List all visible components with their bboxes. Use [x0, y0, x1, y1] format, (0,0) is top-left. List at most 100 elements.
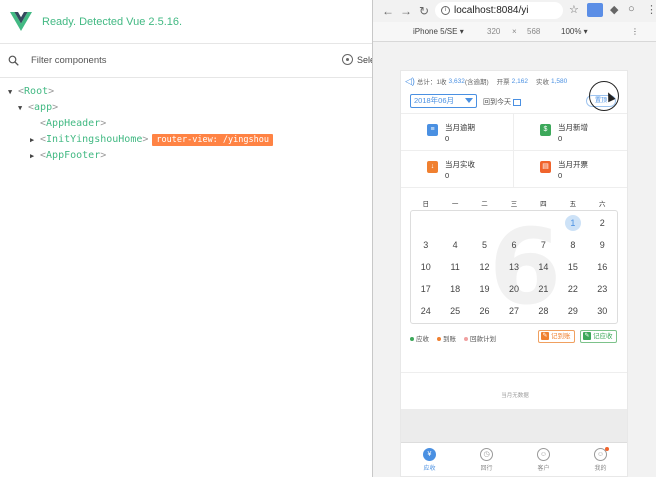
- back-to-today-button[interactable]: 回到今天: [483, 97, 521, 107]
- month-calendar: 6 1 2 3 4 5 6 7 8 9 10 11 12 13 14 15 16 17 18 19 20 21 22 23 2…: [410, 210, 618, 324]
- tree-node-root[interactable]: ▼ < Root >: [0, 84, 372, 100]
- calendar-day[interactable]: 4: [440, 234, 469, 256]
- calendar-day[interactable]: 23: [588, 278, 617, 300]
- page-spacer: [401, 409, 627, 443]
- info-icon[interactable]: i: [441, 6, 450, 15]
- forward-icon[interactable]: →: [397, 4, 415, 18]
- bottom-tab-bar: ¥ 应收 ◷ 回行 ☺ 客户 ☺ 我的: [401, 442, 627, 476]
- calendar-day[interactable]: 16: [588, 256, 617, 278]
- device-height[interactable]: 568: [527, 27, 540, 36]
- tab-mine[interactable]: ☺ 我的: [572, 443, 627, 476]
- calendar-day[interactable]: 5: [470, 234, 499, 256]
- invoice-label: 开票: [496, 79, 510, 86]
- document-icon: ≡: [427, 124, 438, 136]
- edit-icon: ✎: [541, 332, 549, 340]
- tree-node-appfooter[interactable]: ▶ < AppFooter >: [0, 148, 372, 164]
- extension-icon[interactable]: [587, 3, 603, 17]
- calendar-day[interactable]: 15: [558, 256, 587, 278]
- calendar-day[interactable]: 11: [440, 256, 469, 278]
- select-component-button[interactable]: Sele: [342, 54, 375, 65]
- calendar-day[interactable]: 24: [411, 300, 440, 322]
- back-to-today-label: 回到今天: [483, 99, 511, 106]
- tree-node-inityingshouhome[interactable]: ▶ < InitYingshouHome > router-view: /yings…: [0, 132, 372, 148]
- tab-receivable[interactable]: ¥ 应收: [401, 443, 458, 476]
- calendar-day[interactable]: 9: [588, 234, 617, 256]
- calendar-day[interactable]: 13: [499, 256, 528, 278]
- clock-icon: ◷: [480, 448, 493, 461]
- record-due-button[interactable]: ✎ 记应收: [580, 330, 617, 343]
- calendar-day[interactable]: 7: [529, 234, 558, 256]
- tree-node-label: AppFooter: [46, 150, 101, 161]
- calendar-empty-cell: [529, 212, 558, 234]
- month-filter-row: 2018年06月 回到今天 置顶: [401, 81, 627, 111]
- collapsed-arrow-icon[interactable]: ▶: [30, 148, 40, 164]
- more-options-icon[interactable]: ⋮: [631, 27, 639, 36]
- calendar-icon: [513, 98, 521, 106]
- calendar-day[interactable]: 30: [588, 300, 617, 322]
- calendar-day[interactable]: 10: [411, 256, 440, 278]
- component-tree: ▼ < Root > ▼ < app > < AppHeader > ▶ < InitYing…: [0, 78, 372, 164]
- filter-components-input[interactable]: [31, 55, 291, 66]
- tree-node-appheader[interactable]: < AppHeader >: [0, 116, 372, 132]
- tree-node-app[interactable]: ▼ < app >: [0, 100, 372, 116]
- notification-dot: [605, 447, 609, 451]
- calendar-day[interactable]: 17: [411, 278, 440, 300]
- calendar-day[interactable]: 19: [470, 278, 499, 300]
- calendar-day[interactable]: 26: [470, 300, 499, 322]
- menu-icon[interactable]: ⋮: [646, 3, 656, 16]
- calendar-day[interactable]: 6: [499, 234, 528, 256]
- reload-icon[interactable]: ↻: [415, 4, 433, 18]
- stat-new[interactable]: $ 当月新增 0: [514, 114, 627, 151]
- calendar-day[interactable]: 25: [440, 300, 469, 322]
- tab-customers[interactable]: ☺ 客户: [515, 443, 572, 476]
- calendar-day[interactable]: 20: [499, 278, 528, 300]
- calendar-day[interactable]: 2: [588, 212, 617, 234]
- device-width[interactable]: 320: [487, 27, 500, 36]
- tab-collection[interactable]: ◷ 回行: [458, 443, 515, 476]
- month-select[interactable]: 2018年06月: [410, 94, 477, 108]
- collapsed-arrow-icon[interactable]: ▶: [30, 132, 40, 148]
- zoom-select[interactable]: 100% ▾: [561, 27, 588, 36]
- calendar-day[interactable]: 21: [529, 278, 558, 300]
- expanded-arrow-icon[interactable]: ▼: [8, 84, 18, 100]
- calendar-day[interactable]: 3: [411, 234, 440, 256]
- total-label: 总计：1收: [416, 79, 447, 86]
- calendar-day[interactable]: 12: [470, 256, 499, 278]
- vue-logo-icon: [10, 11, 32, 31]
- money-bag-icon: $: [540, 124, 551, 136]
- legend-row: 应收 到账 回款计划 ✎ 记到账 ✎ 记应收: [401, 327, 627, 347]
- component-filter: Sele: [0, 44, 375, 78]
- address-bar[interactable]: i localhost:8084/yi: [435, 2, 563, 19]
- record-received-button[interactable]: ✎ 记到账: [538, 330, 575, 343]
- calendar-day[interactable]: 8: [558, 234, 587, 256]
- received-value: 1,580: [550, 77, 568, 85]
- calendar-day[interactable]: 29: [558, 300, 587, 322]
- dimension-separator: ×: [512, 27, 517, 36]
- speaker-icon: ◁): [405, 75, 415, 86]
- device-select[interactable]: iPhone 5/SE ▾: [413, 27, 464, 36]
- tree-node-label: AppHeader: [46, 118, 101, 129]
- calendar-day[interactable]: 27: [499, 300, 528, 322]
- target-icon: [342, 54, 353, 65]
- legend-due: 应收: [410, 333, 429, 343]
- calendar-day[interactable]: 1: [558, 212, 587, 234]
- mobile-page: ◁) 总计：1收 3,632 (含逾期) 开票 2,162 实收 1,580 2…: [400, 70, 628, 477]
- extension-circle-icon[interactable]: ○: [628, 3, 635, 15]
- tree-node-label: Root: [24, 86, 49, 97]
- calendar-empty-cell: [440, 212, 469, 234]
- evernote-icon[interactable]: ◆: [610, 3, 618, 16]
- stat-overdue[interactable]: ≡ 当月逾期 0: [401, 114, 514, 151]
- calendar-day[interactable]: 22: [558, 278, 587, 300]
- legend-received: 到账: [437, 333, 456, 343]
- stat-received[interactable]: ↓ 当月实收 0: [401, 151, 514, 188]
- user-icon: ☺: [537, 448, 550, 461]
- stats-grid: ≡ 当月逾期 0 $ 当月新增 0 ↓ 当月实收 0 ▤ 当月开票 0: [401, 113, 627, 188]
- expanded-arrow-icon[interactable]: ▼: [18, 100, 28, 116]
- calendar-day[interactable]: 28: [529, 300, 558, 322]
- back-icon[interactable]: ←: [379, 4, 397, 18]
- bookmark-star-icon[interactable]: ☆: [569, 3, 579, 16]
- total-value: 3,632: [448, 77, 465, 85]
- calendar-day[interactable]: 18: [440, 278, 469, 300]
- calendar-day[interactable]: 14: [529, 256, 558, 278]
- stat-invoiced[interactable]: ▤ 当月开票 0: [514, 151, 627, 188]
